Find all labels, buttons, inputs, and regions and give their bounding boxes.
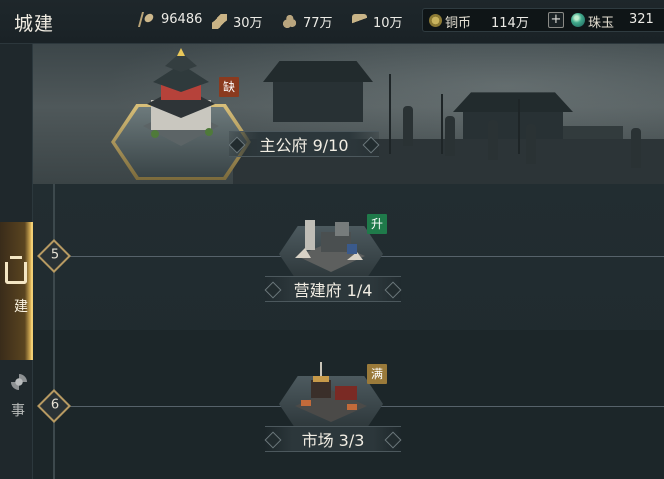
stone-icon: [282, 14, 297, 29]
tab-city-build[interactable]: 建: [0, 222, 33, 360]
top-bar: 城建 96486 30万 77万 10万 铜币 114万 + 珠玉 321: [0, 0, 664, 44]
copper-label: 铜币: [445, 16, 472, 31]
sidebar: 建 事: [0, 44, 33, 479]
construction-office-building-icon[interactable]: [291, 212, 371, 276]
wood-icon: [212, 14, 227, 29]
iron-value: 10万: [373, 16, 403, 31]
wood-value: 30万: [233, 16, 263, 31]
tab-military[interactable]: 事: [0, 356, 33, 436]
resource-grain[interactable]: 96486: [137, 12, 203, 27]
currency-panel: 铜币 114万 + 珠玉 321: [422, 8, 664, 32]
main-hall-badge: 缺: [219, 77, 239, 97]
construction-office-name[interactable]: 营建府 1/4: [265, 276, 401, 302]
build-tree: 5 升 营建府 1/4 6 满 市场 3/3: [33, 184, 664, 479]
stone-value: 77万: [303, 16, 333, 31]
jade-icon: [571, 13, 585, 27]
market-name[interactable]: 市场 3/3: [265, 426, 401, 452]
tree-line: [53, 184, 55, 479]
city-backdrop: 缺 主公府 9/10: [33, 44, 664, 184]
resource-stone[interactable]: 77万: [282, 12, 333, 31]
copper-coin-icon: [429, 14, 442, 27]
main-hall-building-icon[interactable]: [133, 48, 229, 156]
city-build-icon: [5, 256, 27, 284]
tier-level: 5: [50, 247, 60, 263]
iron-icon: [352, 14, 367, 29]
page-title: 城建: [14, 13, 55, 35]
market-building-icon[interactable]: [289, 360, 373, 426]
add-currency-button[interactable]: +: [548, 12, 564, 28]
jade-value: 321: [629, 12, 654, 27]
tier-level: 6: [50, 397, 60, 413]
resource-iron[interactable]: 10万: [352, 12, 403, 31]
tab-military-label: 事: [11, 403, 25, 419]
jade-label: 珠玉: [588, 16, 615, 31]
market-badge: 满: [367, 364, 387, 384]
copper-value: 114万: [491, 16, 529, 31]
main-hall-name[interactable]: 主公府 9/10: [229, 131, 379, 157]
resource-wood[interactable]: 30万: [212, 12, 263, 31]
construction-office-badge: 升: [367, 214, 387, 234]
tab-city-build-label: 建: [14, 299, 28, 315]
tier-marker-5: 5: [37, 239, 71, 273]
military-affairs-icon: [11, 374, 27, 390]
grain-icon: [137, 12, 158, 27]
grain-value: 96486: [161, 12, 203, 27]
